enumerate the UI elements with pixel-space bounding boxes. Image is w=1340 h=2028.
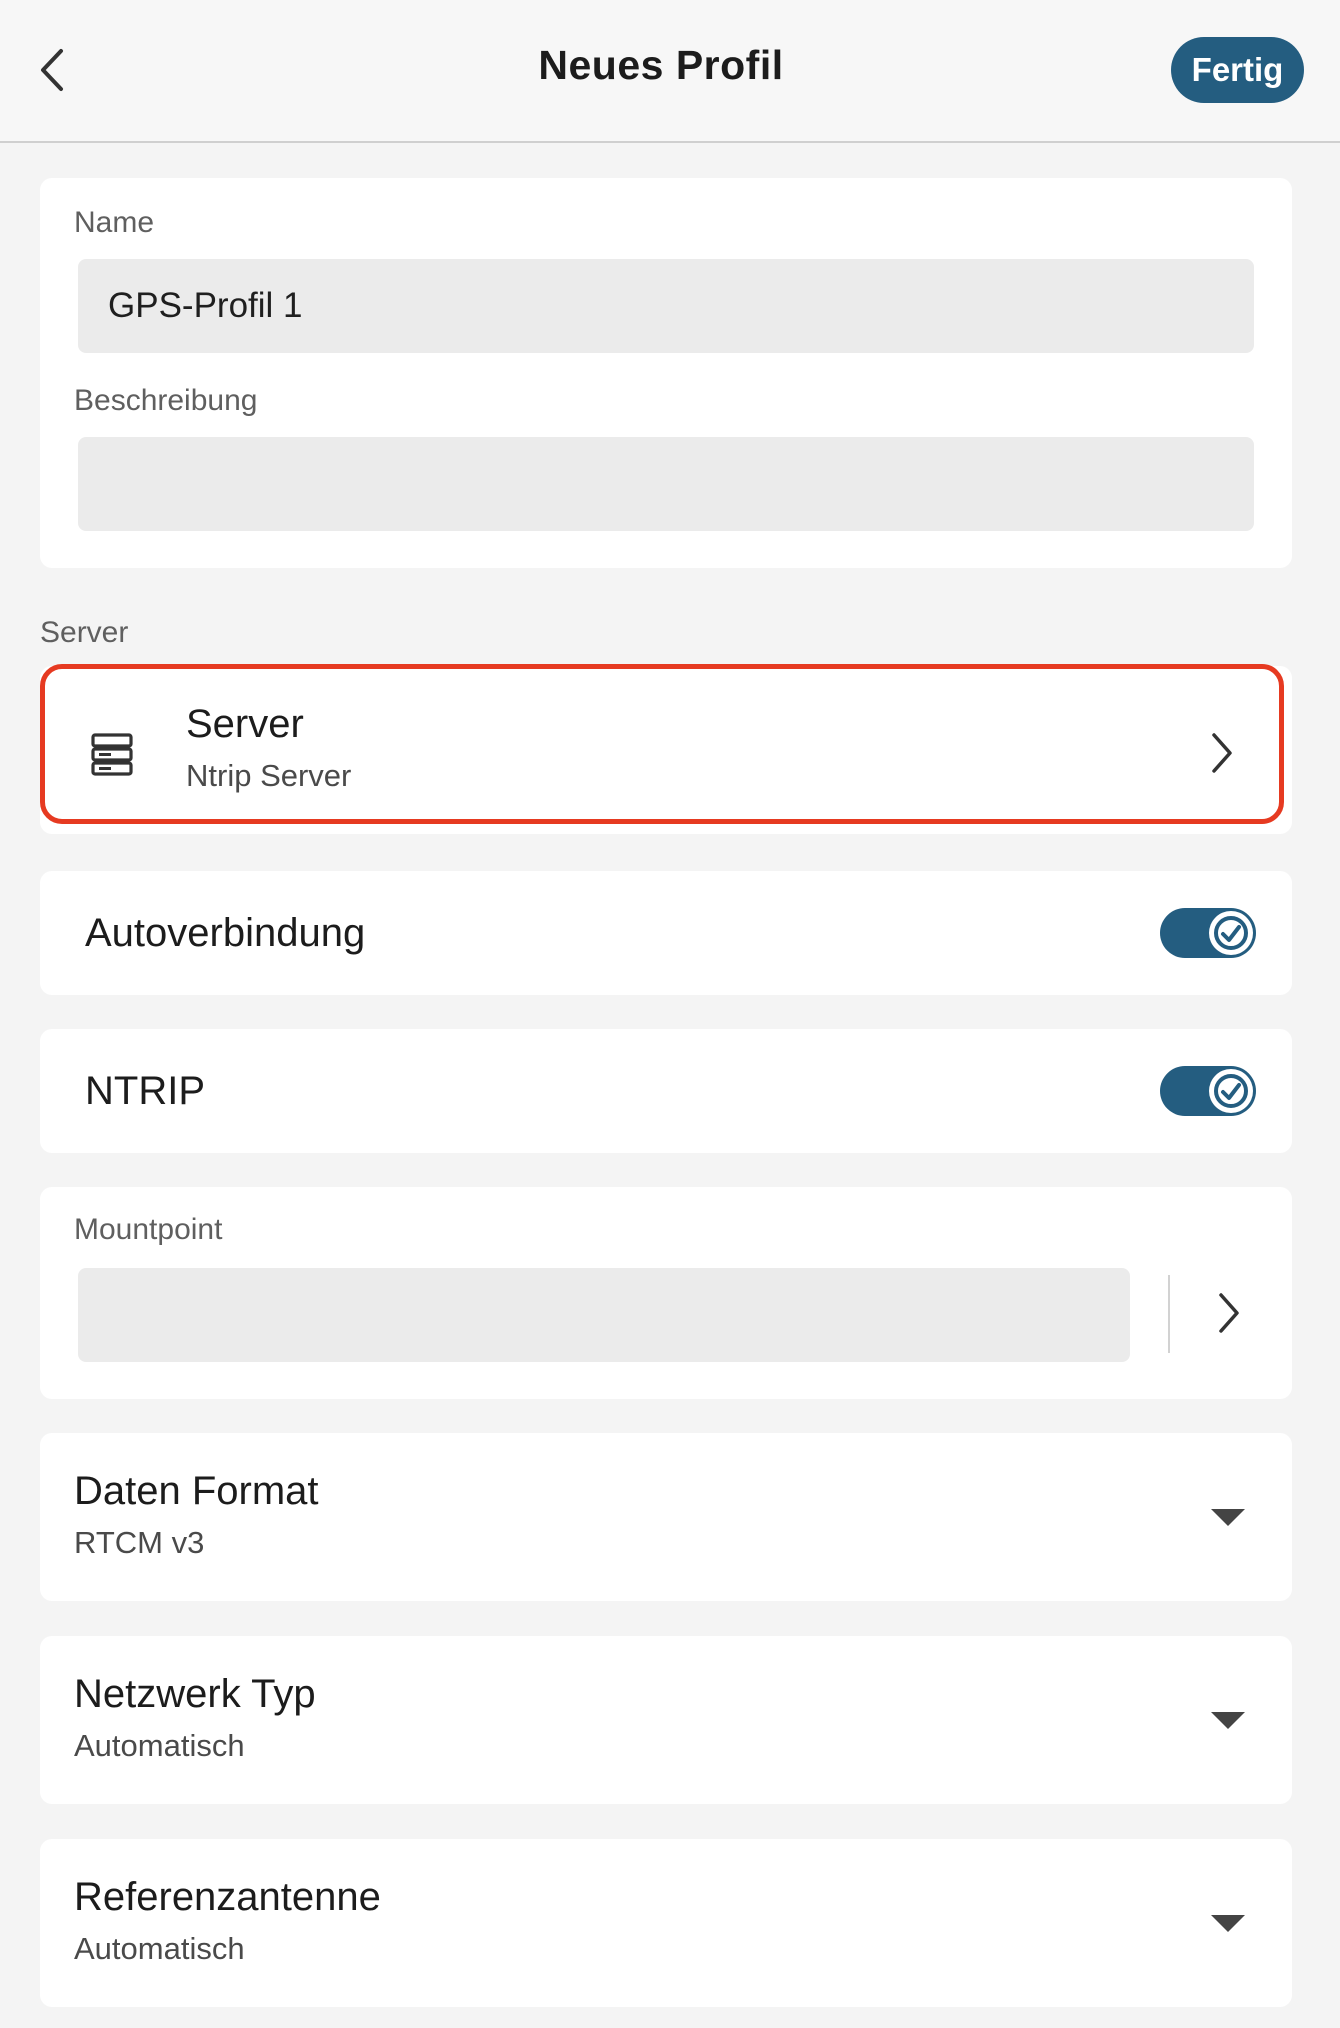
auto-connect-label: Autoverbindung xyxy=(85,911,366,955)
selection-highlight xyxy=(40,664,1284,824)
mountpoint-chevron-button[interactable] xyxy=(1209,1288,1249,1338)
page-title: Neues Profil xyxy=(538,42,784,88)
ntrip-label: NTRIP xyxy=(85,1069,205,1113)
reference-antenna-dropdown[interactable]: Referenzantenne Automatisch xyxy=(40,1839,1292,2007)
reference-antenna-title: Referenzantenne xyxy=(74,1875,381,1919)
dropdown-arrow-icon xyxy=(1211,1509,1245,1526)
server-section-label: Server xyxy=(40,616,129,649)
chevron-right-icon xyxy=(1219,1293,1239,1333)
auto-connect-toggle[interactable] xyxy=(1160,908,1256,958)
auto-connect-row: Autoverbindung xyxy=(40,871,1292,995)
toggle-knob xyxy=(1209,911,1253,955)
mountpoint-card: Mountpoint xyxy=(40,1187,1292,1399)
profile-info-card: Name GPS-Profil 1 Beschreibung xyxy=(40,178,1292,568)
network-type-title: Netzwerk Typ xyxy=(74,1672,316,1716)
data-format-dropdown[interactable]: Daten Format RTCM v3 xyxy=(40,1433,1292,1601)
divider xyxy=(1168,1275,1170,1353)
done-button[interactable]: Fertig xyxy=(1171,37,1304,103)
mountpoint-label: Mountpoint xyxy=(74,1213,223,1246)
name-label: Name xyxy=(74,206,155,239)
check-icon xyxy=(1214,1074,1248,1108)
network-type-value: Automatisch xyxy=(74,1728,245,1763)
check-icon xyxy=(1214,916,1248,950)
ntrip-toggle[interactable] xyxy=(1160,1066,1256,1116)
dropdown-arrow-icon xyxy=(1211,1915,1245,1932)
ntrip-row: NTRIP xyxy=(40,1029,1292,1153)
data-format-value: RTCM v3 xyxy=(74,1525,205,1560)
network-type-dropdown[interactable]: Netzwerk Typ Automatisch xyxy=(40,1636,1292,1804)
top-bar: Neues Profil Fertig xyxy=(0,0,1340,143)
reference-antenna-value: Automatisch xyxy=(74,1931,245,1966)
dropdown-arrow-icon xyxy=(1211,1712,1245,1729)
mountpoint-field[interactable] xyxy=(78,1268,1130,1362)
toggle-knob xyxy=(1209,1069,1253,1113)
description-label: Beschreibung xyxy=(74,384,258,417)
name-field[interactable]: GPS-Profil 1 xyxy=(78,259,1254,353)
description-field[interactable] xyxy=(78,437,1254,531)
data-format-title: Daten Format xyxy=(74,1469,319,1513)
